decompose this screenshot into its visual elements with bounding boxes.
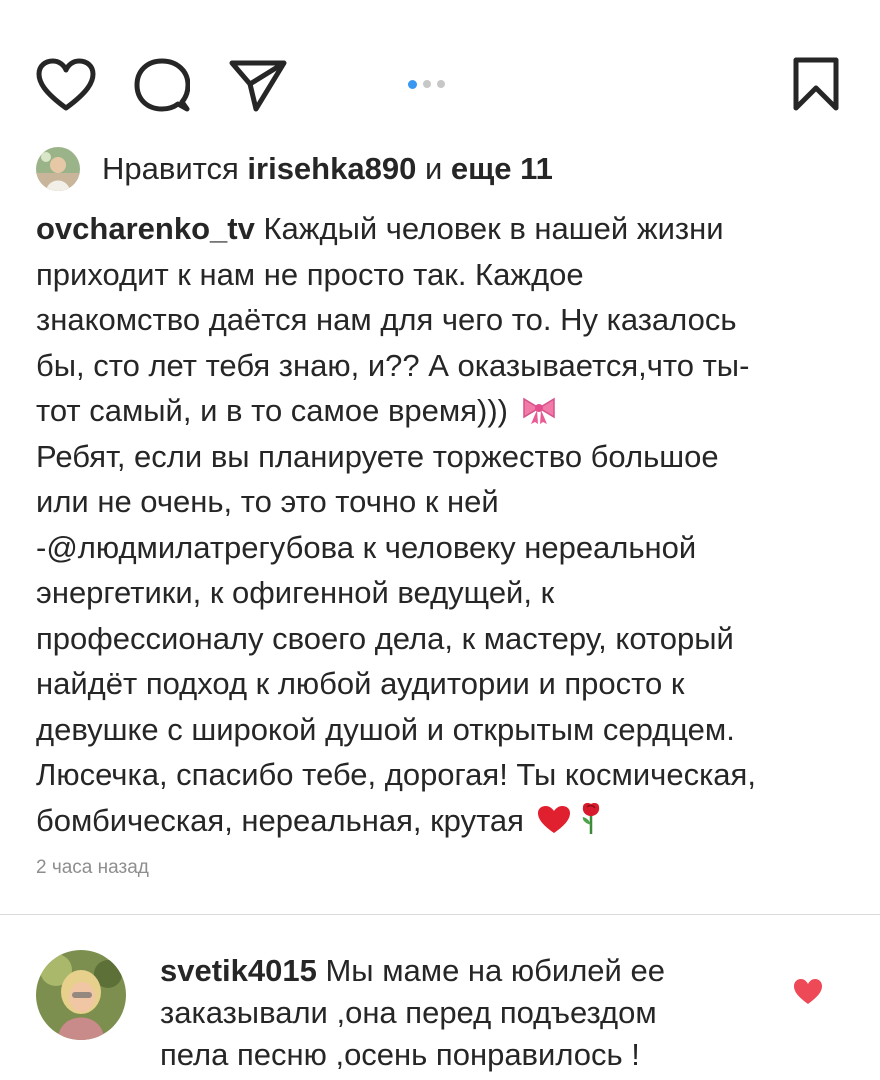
caption-line: энергетики, к офигенной ведущей, к [36,575,555,610]
post-action-bar [0,0,880,150]
caption-line: профессионалу своего дела, к мастеру, ко… [36,620,734,656]
caption-text: Каждый человек в нашей жизни [254,211,724,246]
comment-like-heart-icon[interactable] [793,978,823,1006]
carousel-dot [437,80,445,88]
caption-line: Ребят, если вы планируете торжество боль… [36,438,719,474]
likes-prefix: Нравится [102,151,248,186]
carousel-dot [423,80,431,88]
commenter-avatar[interactable] [36,950,126,1040]
likes-middle: и [416,151,451,186]
likes-others-count[interactable]: еще 11 [451,151,553,186]
post-timestamp: 2 часа назад [36,857,149,878]
caption-text: тот самый, и в то самое время))) [36,393,508,428]
comment-line: пела песню ,осень понравилось ! [160,1037,640,1072]
post-author-username[interactable]: ovcharenko_tv [36,211,255,246]
caption-line: Люсечка, спасибо тебе, дорогая! Ты косми… [36,757,756,792]
comment-line: заказывали ,она перед подъездом [160,995,657,1030]
post-caption: ovcharenko_tv Каждый человек в нашей жиз… [36,206,856,843]
likes-text[interactable]: Нравится irisehka890 и еще 11 [102,151,553,187]
caption-line: или не очень, то это точно к ней [36,484,499,519]
divider [0,914,880,915]
ribbon-emoji [522,397,555,424]
caption-text: бомбическая, нереальная, крутая [36,802,524,838]
liker-username[interactable]: irisehka890 [247,151,416,186]
caption-line: девушке с широкой душой и открытым сердц… [36,711,735,747]
comment-line: svetik4015 Мы маме на юбилей ее [160,950,760,992]
carousel-indicator [408,78,445,90]
caption-line: приходит к нам не просто так. Каждое [36,256,584,292]
caption-line: ovcharenko_tv Каждый человек в нашей жиз… [36,206,856,252]
commenter-avatar-image [36,950,126,1040]
commenter-username[interactable]: svetik4015 [160,953,317,988]
caption-line: знакомство даётся нам для чего то. Ну ка… [36,302,737,337]
bookmark-icon[interactable] [792,56,840,112]
comment-item: svetik4015 Мы маме на юбилей ее заказыва… [36,950,856,1080]
caption-line: -@людмилатрегубова к человеку нереальной [36,529,697,565]
red-heart-emoji [537,805,570,833]
caption-line: бомбическая, нереальная, крутая [36,798,856,844]
liker-avatar[interactable] [36,147,80,191]
rose-emoji [582,802,600,834]
comment-body: Мы маме на юбилей ее [316,953,665,988]
caption-line: бы, сто лет тебя знаю, и?? А оказывается… [36,347,750,383]
likes-row: Нравится irisehka890 и еще 11 [36,145,553,193]
caption-line: найдёт подход к любой аудитории и просто… [36,666,685,701]
carousel-dot-active [408,79,417,89]
caption-line: тот самый, и в то самое время))) [36,388,856,434]
liker-avatar-image [36,147,80,191]
comment-bubble-icon[interactable] [134,58,190,112]
comment-text: svetik4015 Мы маме на юбилей ее заказыва… [160,950,760,1076]
heart-outline-icon[interactable] [36,58,96,112]
paper-plane-icon[interactable] [228,58,288,112]
